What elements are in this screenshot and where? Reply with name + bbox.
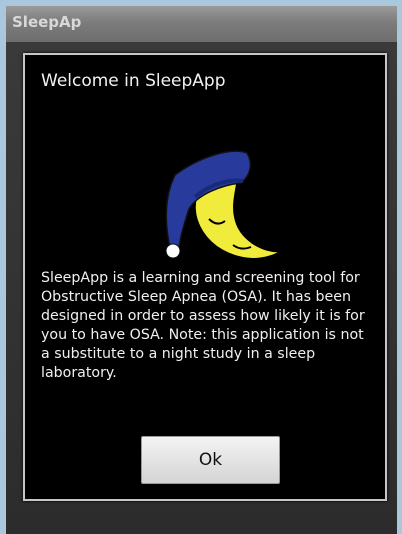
app-title-bar: SleepAp (6, 6, 397, 42)
ok-button[interactable]: Ok (141, 436, 280, 484)
dialog-title: Welcome in SleepApp (41, 71, 226, 91)
dialog-message: SleepApp is a learning and screening too… (41, 270, 365, 381)
sleeping-moon-icon (143, 117, 284, 267)
welcome-dialog: Welcome in SleepApp SleepApp is a learni… (23, 53, 387, 501)
nightcap-pompom (165, 243, 181, 259)
app-screen: SleepAp Welcome in SleepApp SleepApp is … (6, 6, 397, 534)
app-title: SleepAp (12, 13, 82, 31)
